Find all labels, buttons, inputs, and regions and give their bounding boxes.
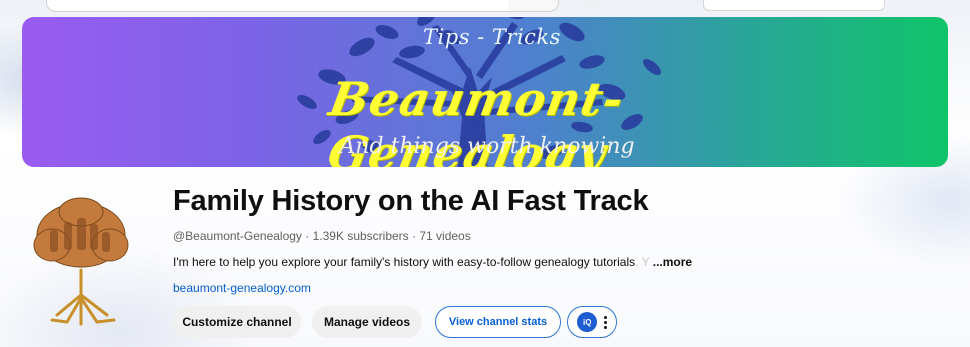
search-button[interactable] bbox=[508, 0, 559, 12]
channel-banner: Tips - Tricks Beaumont-Genealogy And thi… bbox=[22, 17, 948, 167]
view-channel-stats-button[interactable]: View channel stats bbox=[435, 306, 561, 338]
banner-subtitle: And things worth knowing bbox=[339, 134, 635, 159]
manage-videos-button[interactable]: Manage videos bbox=[312, 306, 422, 338]
subscriber-count: 1.39K subscribers bbox=[312, 229, 409, 243]
more-options-icon[interactable] bbox=[603, 315, 607, 329]
description-text: I'm here to help you explore your family… bbox=[173, 255, 636, 269]
top-right-field[interactable] bbox=[703, 0, 885, 11]
customize-channel-button[interactable]: Customize channel bbox=[173, 306, 301, 338]
meta-separator: · bbox=[305, 229, 313, 243]
video-count: 71 videos bbox=[419, 229, 471, 243]
channel-description[interactable]: I'm here to help you explore your family… bbox=[173, 255, 692, 269]
extension-menu-button[interactable]: iQ bbox=[567, 306, 617, 338]
channel-handle: @Beaumont-Genealogy bbox=[173, 229, 302, 243]
tree-logo-icon bbox=[33, 197, 129, 326]
more-link[interactable]: ...more bbox=[653, 255, 692, 269]
channel-title: Family History on the AI Fast Track bbox=[173, 185, 649, 217]
description-fade: . Y bbox=[635, 255, 650, 269]
search-input[interactable] bbox=[46, 0, 518, 12]
iq-extension-icon[interactable]: iQ bbox=[577, 312, 598, 332]
banner-tagline: Tips - Tricks bbox=[423, 25, 561, 49]
channel-avatar[interactable] bbox=[22, 190, 140, 330]
channel-meta: @Beaumont-Genealogy · 1.39K subscribers … bbox=[173, 229, 471, 243]
channel-link[interactable]: beaumont-genealogy.com bbox=[173, 281, 311, 295]
